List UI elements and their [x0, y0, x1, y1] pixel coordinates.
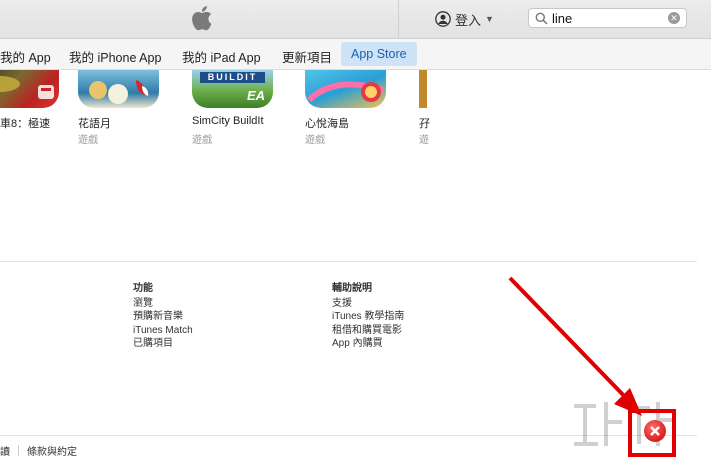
account-icon	[435, 11, 451, 27]
app-name[interactable]: SimCity BuildIt	[192, 115, 264, 127]
tab-app-store[interactable]: App Store	[341, 42, 417, 66]
app-category: 遊戲	[192, 135, 212, 146]
app-name[interactable]: 孖	[419, 115, 430, 131]
app-category: 遊戲	[78, 135, 98, 146]
close-icon	[650, 426, 660, 436]
chevron-down-icon: ▼	[485, 14, 494, 24]
footer-link-preorder-music[interactable]: 預購新音樂	[133, 310, 193, 323]
footer-link-itunes-match[interactable]: iTunes Match	[133, 324, 193, 337]
titlebar-divider	[398, 0, 399, 38]
title-bar: 登入 ▼ ✕	[0, 0, 711, 39]
puzzle-game-icon	[306, 81, 384, 103]
sign-in-label: 登入	[455, 12, 482, 28]
app-icon-simcity[interactable]: BUILDIT EA	[192, 70, 273, 108]
bottom-link-terms[interactable]: 條款與約定	[27, 443, 77, 458]
close-button[interactable]	[644, 420, 666, 442]
apple-logo-icon	[192, 6, 212, 31]
app-icon-pet-rescue[interactable]	[305, 70, 386, 108]
navigation-bar: 我的 App 我的 iPhone App 我的 iPad App 更新項目 Ap…	[0, 39, 711, 70]
bottom-links: 讀 條款與約定	[0, 443, 77, 458]
tab-my-ipad-apps[interactable]: 我的 iPad App	[182, 47, 261, 66]
footer-link-browse[interactable]: 瀏覽	[133, 297, 193, 310]
bottom-link-partial[interactable]: 讀	[0, 443, 10, 458]
tab-updates[interactable]: 更新項目	[282, 47, 332, 66]
flower-game-icon	[89, 80, 149, 104]
search-icon	[535, 12, 548, 25]
clear-search-icon[interactable]: ✕	[668, 12, 680, 24]
tab-my-iphone-apps[interactable]: 我的 iPhone App	[69, 47, 161, 66]
sign-in-button[interactable]: 登入 ▼	[435, 8, 494, 30]
app-icon-asphalt[interactable]	[0, 70, 59, 108]
app-name[interactable]: 心悅海島	[305, 115, 349, 131]
app-name[interactable]: 花語月	[78, 115, 111, 131]
footer-divider	[0, 261, 697, 262]
ea-badge: EA	[247, 88, 266, 103]
footer-link-in-app-purchase[interactable]: App 內購買	[332, 337, 404, 350]
footer-link-support[interactable]: 支援	[332, 297, 404, 310]
footer-link-purchased[interactable]: 已購項目	[133, 337, 193, 350]
footer-heading-features: 功能	[133, 283, 153, 294]
footer-features-list: 瀏覽 預購新音樂 iTunes Match 已購項目	[133, 297, 193, 351]
tab-my-apps[interactable]: 我的 App	[0, 47, 51, 66]
link-separator	[18, 445, 19, 456]
footer-link-itunes-tutorials[interactable]: iTunes 教學指南	[332, 310, 404, 323]
footer-link-rent-buy-movies[interactable]: 租借和購買電影	[332, 324, 404, 337]
app-category: 遊	[419, 135, 429, 146]
search-field[interactable]: ✕	[528, 8, 687, 28]
game-car-icon	[0, 76, 54, 99]
footer-heading-help: 輔助說明	[332, 283, 372, 294]
app-category: 遊戲	[305, 135, 325, 146]
footer-help-list: 支援 iTunes 教學指南 租借和購買電影 App 內購買	[332, 297, 404, 351]
simcity-banner: BUILDIT	[200, 72, 265, 83]
search-input[interactable]	[552, 10, 662, 26]
app-name[interactable]: 車8：極速	[0, 115, 50, 131]
app-icon-hanayuegetsu[interactable]	[78, 70, 159, 108]
app-icon-partial[interactable]	[419, 70, 427, 108]
